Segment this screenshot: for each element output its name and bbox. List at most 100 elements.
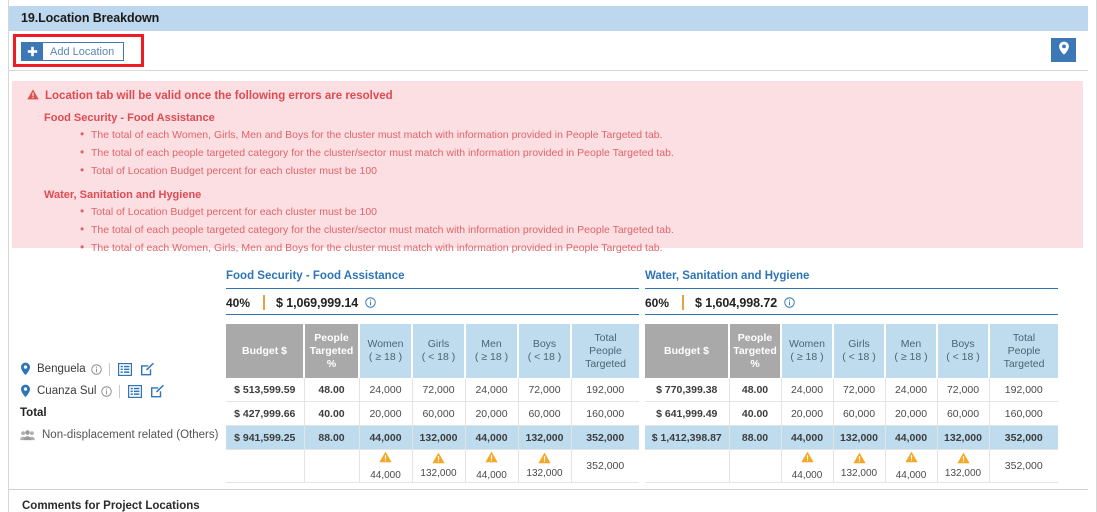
edit-pencil-icon[interactable] <box>140 362 154 376</box>
header-line: People <box>314 331 349 344</box>
cell-total-validation: 352,000 <box>571 449 639 483</box>
error-item: The total of each people targeted catego… <box>80 220 1083 239</box>
cell-women: 24,000 <box>781 378 834 402</box>
validation-value: 132,000 <box>420 468 457 479</box>
warning-triangle-icon <box>432 452 445 467</box>
cell-total: 160,000 <box>571 401 639 426</box>
validation-value: 44,000 <box>476 469 507 481</box>
cluster-summary: 60% $ 1,604,998.72 <box>645 289 1058 315</box>
cluster-percent: 40% <box>226 295 251 310</box>
cell-boys: 60,000 <box>937 401 990 426</box>
add-location-button[interactable]: Add Location <box>21 42 125 61</box>
header-line: Targeted <box>1003 357 1045 370</box>
info-icon[interactable] <box>365 297 376 308</box>
column-header-total-people-targeted: Total People Targeted <box>989 324 1058 378</box>
page-title: 19.Location Breakdown <box>21 11 160 25</box>
cell-people-pct: 40.00 <box>304 401 360 426</box>
total-label-row: Total <box>20 402 225 424</box>
cell-total-total: 352,000 <box>571 425 639 450</box>
column-header-budget: Budget $ <box>226 324 305 378</box>
divider <box>108 362 110 376</box>
map-pin-icon <box>20 362 31 376</box>
cell-budget: $ 641,999.49 <box>645 401 730 426</box>
cluster-block-food-security: Food Security - Food Assistance 40% $ 1,… <box>226 270 639 483</box>
error-item: The total of each Women, Girls, Men and … <box>80 238 1083 257</box>
total-label: Total <box>20 407 47 419</box>
error-panel-heading: Location tab will be valid once the foll… <box>12 81 1083 103</box>
header-line: Targeted <box>309 344 354 357</box>
location-toolbar: Add Location <box>9 31 1088 71</box>
cell-girls: 60,000 <box>833 401 886 426</box>
table-header-row: Budget $ People Targeted % Women ( ≥ 18 … <box>226 324 639 378</box>
header-line: Women <box>789 338 825 350</box>
list-form-icon[interactable] <box>117 362 132 376</box>
header-line: ( ≥ 18 ) <box>790 351 824 363</box>
error-group-list: The total of each Women, Girls, Men and … <box>12 124 1083 180</box>
show-map-button[interactable] <box>1051 38 1076 62</box>
table-total-row: $ 941,599.25 88.00 44,000 132,000 44,000… <box>226 425 639 450</box>
validation-value: 132,000 <box>944 468 982 479</box>
location-name: Benguela <box>37 363 86 375</box>
list-form-icon[interactable] <box>128 384 143 398</box>
validation-value: 44,000 <box>791 469 823 481</box>
cell-boys-total: 132,000 <box>937 425 990 450</box>
cell-budget: $ 427,999.66 <box>226 401 305 426</box>
cell-girls: 72,000 <box>412 378 466 402</box>
header-line: ( ≥ 18 ) <box>474 351 509 363</box>
comments-section-label: Comments for Project Locations <box>22 500 200 512</box>
location-name: Cuanza Sul <box>37 385 97 397</box>
cell-budget-validation <box>645 449 730 483</box>
warning-triangle-icon <box>27 89 39 103</box>
map-pin-icon <box>1058 41 1070 60</box>
header-line: ( < 18 ) <box>527 351 562 363</box>
info-icon[interactable] <box>101 385 113 397</box>
cell-men-validation: 44,000 <box>465 449 519 483</box>
cell-girls: 60,000 <box>412 401 466 426</box>
column-header-people-targeted-pct: People Targeted % <box>304 324 360 378</box>
cell-men-total: 44,000 <box>885 425 938 450</box>
column-header-women: Women ( ≥ 18 ) <box>781 324 834 378</box>
column-header-men: Men ( ≥ 18 ) <box>885 324 938 378</box>
cell-boys: 72,000 <box>937 378 990 402</box>
warning-triangle-icon <box>538 452 551 467</box>
info-icon[interactable] <box>90 363 102 375</box>
cell-men: 20,000 <box>885 401 938 426</box>
error-group-list: Total of Location Budget percent for eac… <box>12 201 1083 257</box>
cell-total: 192,000 <box>989 378 1058 402</box>
cell-women-total: 44,000 <box>359 425 413 450</box>
header-line: ( ≥ 18 ) <box>368 351 403 363</box>
validation-value: 132,000 <box>526 468 563 479</box>
divider <box>119 384 121 398</box>
cell-budget: $ 513,599.59 <box>226 378 305 402</box>
header-line: Total <box>1012 331 1036 344</box>
header-line: Boys <box>951 338 975 350</box>
summary-separator <box>682 295 685 310</box>
location-row-benguela: Benguela <box>20 358 225 380</box>
edit-pencil-icon[interactable] <box>150 384 165 398</box>
cell-women-total: 44,000 <box>781 425 834 450</box>
column-header-men: Men ( ≥ 18 ) <box>465 324 519 378</box>
table-row: $ 513,599.59 48.00 24,000 72,000 24,000 … <box>226 378 639 402</box>
cluster-table-food-security: Budget $ People Targeted % Women ( ≥ 18 … <box>226 324 639 483</box>
cell-budget-total: $ 1,412,398.87 <box>645 425 730 450</box>
location-breakdown-page: 19.Location Breakdown Add Location Locat… <box>0 0 1097 512</box>
cell-people-pct: 40.00 <box>729 401 782 426</box>
column-header-total-people-targeted: Total People Targeted <box>571 324 639 378</box>
info-icon[interactable] <box>784 297 795 308</box>
bottom-divider <box>9 489 1088 490</box>
cell-total: 192,000 <box>571 378 639 402</box>
header-line: ( < 18 ) <box>421 351 456 363</box>
cell-girls: 72,000 <box>833 378 886 402</box>
header-line: Budget $ <box>242 344 287 357</box>
error-heading-text: Location tab will be valid once the foll… <box>45 90 393 102</box>
cell-people-pct-total: 88.00 <box>304 425 360 450</box>
validation-error-panel: Location tab will be valid once the foll… <box>12 81 1083 256</box>
cluster-amount: $ 1,069,999.14 <box>276 295 359 310</box>
cell-budget-validation <box>226 449 305 483</box>
cluster-block-wash: Water, Sanitation and Hygiene 60% $ 1,60… <box>645 270 1058 483</box>
cell-people-pct: 48.00 <box>729 378 782 402</box>
cell-women: 20,000 <box>359 401 413 426</box>
cell-women-validation: 44,000 <box>781 449 834 483</box>
warning-triangle-icon <box>379 451 392 466</box>
header-line: People <box>589 344 622 357</box>
